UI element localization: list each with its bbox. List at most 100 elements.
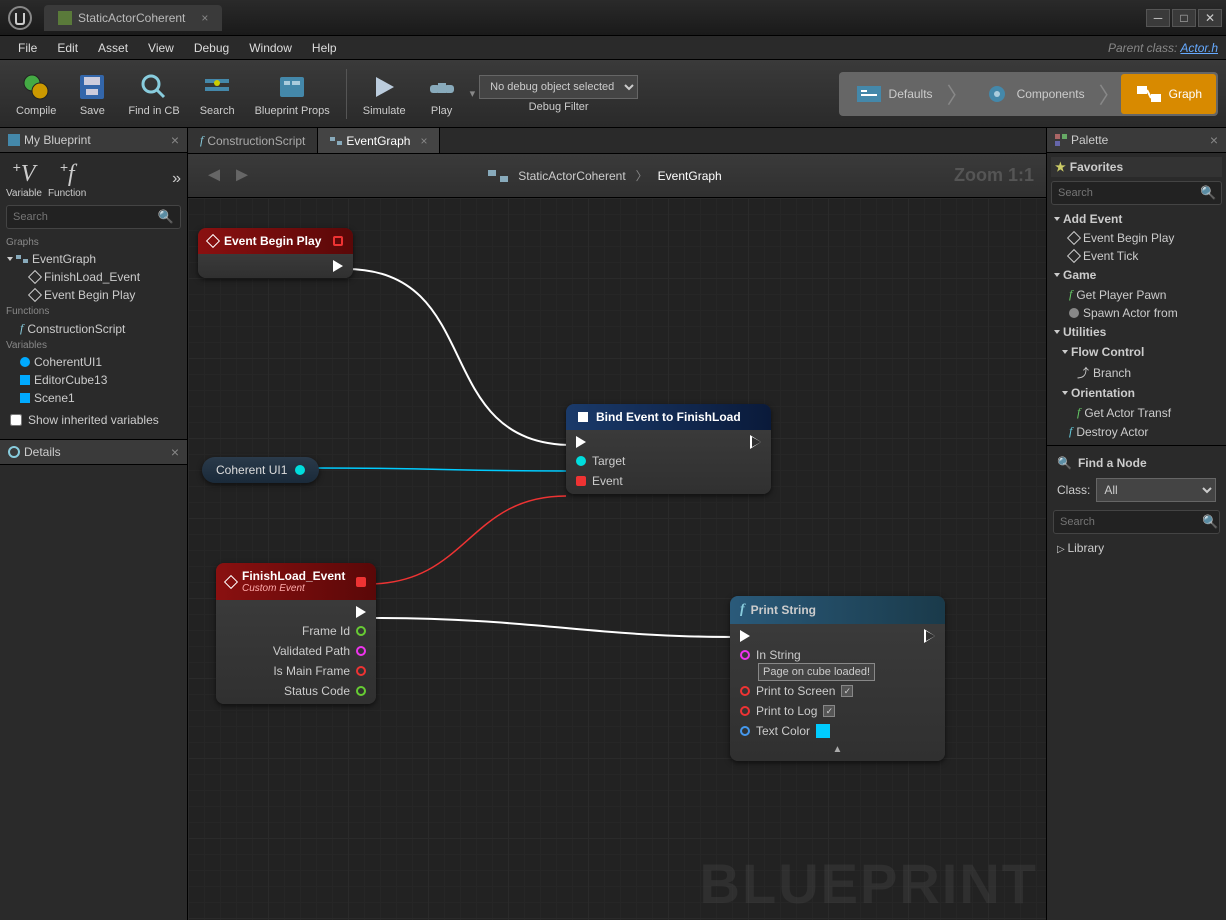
exec-out-pin[interactable] xyxy=(333,260,343,272)
menu-view[interactable]: View xyxy=(138,37,184,59)
output-pin[interactable] xyxy=(356,646,366,656)
event-pin[interactable] xyxy=(576,476,586,486)
breadcrumb-leaf[interactable]: EventGraph xyxy=(658,169,722,183)
graph-canvas[interactable]: Event Begin Play Coherent UI1 Bind Event… xyxy=(188,198,1046,920)
target-pin[interactable] xyxy=(576,456,586,466)
in-string-input[interactable]: Page on cube loaded! xyxy=(758,663,875,681)
event-tick-item[interactable]: Event Tick xyxy=(1051,247,1222,265)
expand-icon[interactable]: » xyxy=(172,170,181,188)
node-coherent-var[interactable]: Coherent UI1 xyxy=(202,457,319,483)
eventgraph-tab[interactable]: EventGraph × xyxy=(318,128,440,153)
minimize-button[interactable]: ─ xyxy=(1146,9,1170,27)
palette-search-input[interactable] xyxy=(1058,187,1200,199)
var-scene[interactable]: Scene1 xyxy=(6,389,181,407)
collapse-icon[interactable]: ▲ xyxy=(740,744,935,755)
details-tab[interactable]: Details × xyxy=(0,440,187,465)
get-player-pawn-item[interactable]: fGet Player Pawn xyxy=(1051,285,1222,304)
output-pin[interactable] xyxy=(356,686,366,696)
finishload-event-item[interactable]: FinishLoad_Event xyxy=(6,268,181,286)
var-cube[interactable]: EditorCube13 xyxy=(6,371,181,389)
event-graph-item[interactable]: EventGraph xyxy=(6,250,181,268)
delegate-pin[interactable] xyxy=(356,577,366,587)
find-search-input[interactable] xyxy=(1060,516,1202,528)
find-button[interactable]: Find in CB xyxy=(120,67,187,121)
palette-search[interactable]: 🔍 xyxy=(1051,181,1222,205)
node-print-string[interactable]: f Print String In String Page on cube lo… xyxy=(730,596,945,761)
exec-out-pin[interactable] xyxy=(356,606,366,618)
search-input[interactable] xyxy=(13,211,158,223)
show-inherited-row[interactable]: Show inherited variables xyxy=(6,407,181,433)
exec-out-pin[interactable] xyxy=(925,630,935,642)
close-icon[interactable]: × xyxy=(1210,132,1218,148)
play-dropdown-icon[interactable]: ▾ xyxy=(470,87,476,100)
components-tab[interactable]: Components xyxy=(969,74,1099,114)
var-output-pin[interactable] xyxy=(295,465,305,475)
print-screen-checkbox[interactable]: ✓ xyxy=(841,685,853,697)
close-button[interactable]: ✕ xyxy=(1198,9,1222,27)
in-string-pin[interactable] xyxy=(740,650,750,660)
print-log-checkbox[interactable]: ✓ xyxy=(823,705,835,717)
add-function-button[interactable]: +f Function xyxy=(48,159,86,199)
tab-close-icon[interactable]: × xyxy=(201,11,208,25)
text-color-swatch[interactable] xyxy=(816,724,830,738)
destroy-actor-item[interactable]: fDestroy Actor xyxy=(1051,422,1222,441)
menu-edit[interactable]: Edit xyxy=(47,37,88,59)
get-transform-item[interactable]: fGet Actor Transf xyxy=(1051,403,1222,422)
parent-class-link[interactable]: Actor.h xyxy=(1180,41,1218,55)
close-icon[interactable]: × xyxy=(171,444,179,460)
event-begin-play-item[interactable]: Event Begin Play xyxy=(6,286,181,304)
class-select[interactable]: All xyxy=(1096,478,1216,502)
text-color-pin[interactable] xyxy=(740,726,750,736)
branch-item[interactable]: ⤴Branch xyxy=(1051,362,1222,383)
title-tab[interactable]: StaticActorCoherent × xyxy=(44,5,222,31)
add-variable-button[interactable]: +V Variable xyxy=(6,159,42,199)
node-finishload-event[interactable]: FinishLoad_Event Custom Event Frame Id V… xyxy=(216,563,376,704)
print-log-pin[interactable] xyxy=(740,706,750,716)
breadcrumb-root[interactable]: StaticActorCoherent xyxy=(518,169,625,183)
delegate-pin[interactable] xyxy=(333,236,343,246)
search-button[interactable]: Search xyxy=(192,67,243,121)
spawn-actor-item[interactable]: Spawn Actor from xyxy=(1051,304,1222,322)
construction-script-item[interactable]: fConstructionScript xyxy=(6,319,181,338)
find-search[interactable]: 🔍 xyxy=(1053,510,1220,534)
back-button[interactable]: ◄ xyxy=(200,162,228,190)
menu-file[interactable]: File xyxy=(8,37,47,59)
construction-tab[interactable]: f ConstructionScript xyxy=(188,128,318,153)
library-item[interactable]: ▷ Library xyxy=(1053,538,1220,558)
menu-debug[interactable]: Debug xyxy=(184,37,239,59)
output-pin[interactable] xyxy=(356,666,366,676)
menu-window[interactable]: Window xyxy=(239,37,302,59)
var-coherent[interactable]: CoherentUI1 xyxy=(6,353,181,371)
print-screen-pin[interactable] xyxy=(740,686,750,696)
debug-object-select[interactable]: No debug object selected xyxy=(479,75,638,99)
compile-button[interactable]: Compile xyxy=(8,67,64,121)
output-pin[interactable] xyxy=(356,626,366,636)
node-event-begin-play[interactable]: Event Begin Play xyxy=(198,228,353,278)
favorites-section[interactable]: ★ Favorites xyxy=(1051,157,1222,177)
node-bind-event[interactable]: Bind Event to FinishLoad Target Event xyxy=(566,404,771,494)
exec-in-pin[interactable] xyxy=(576,436,586,448)
play-button[interactable]: Play xyxy=(418,67,466,121)
flow-control-section[interactable]: Flow Control xyxy=(1051,342,1222,362)
menu-help[interactable]: Help xyxy=(302,37,347,59)
save-button[interactable]: Save xyxy=(68,67,116,121)
exec-in-pin[interactable] xyxy=(740,630,750,642)
exec-out-pin[interactable] xyxy=(751,436,761,448)
defaults-tab[interactable]: Defaults xyxy=(841,74,947,114)
simulate-button[interactable]: Simulate xyxy=(355,67,414,121)
menu-asset[interactable]: Asset xyxy=(88,37,138,59)
add-event-section[interactable]: Add Event xyxy=(1051,209,1222,229)
maximize-button[interactable]: □ xyxy=(1172,9,1196,27)
forward-button[interactable]: ► xyxy=(228,162,256,190)
game-section[interactable]: Game xyxy=(1051,265,1222,285)
show-inherited-checkbox[interactable] xyxy=(10,414,22,426)
props-button[interactable]: Blueprint Props xyxy=(247,67,338,121)
my-blueprint-tab[interactable]: My Blueprint × xyxy=(0,128,187,153)
utilities-section[interactable]: Utilities xyxy=(1051,322,1222,342)
search-box[interactable]: 🔍 xyxy=(6,205,181,229)
close-icon[interactable]: × xyxy=(420,134,427,148)
palette-tab[interactable]: Palette × xyxy=(1047,128,1226,153)
orientation-section[interactable]: Orientation xyxy=(1051,383,1222,403)
close-icon[interactable]: × xyxy=(171,132,179,148)
event-begin-play-item[interactable]: Event Begin Play xyxy=(1051,229,1222,247)
